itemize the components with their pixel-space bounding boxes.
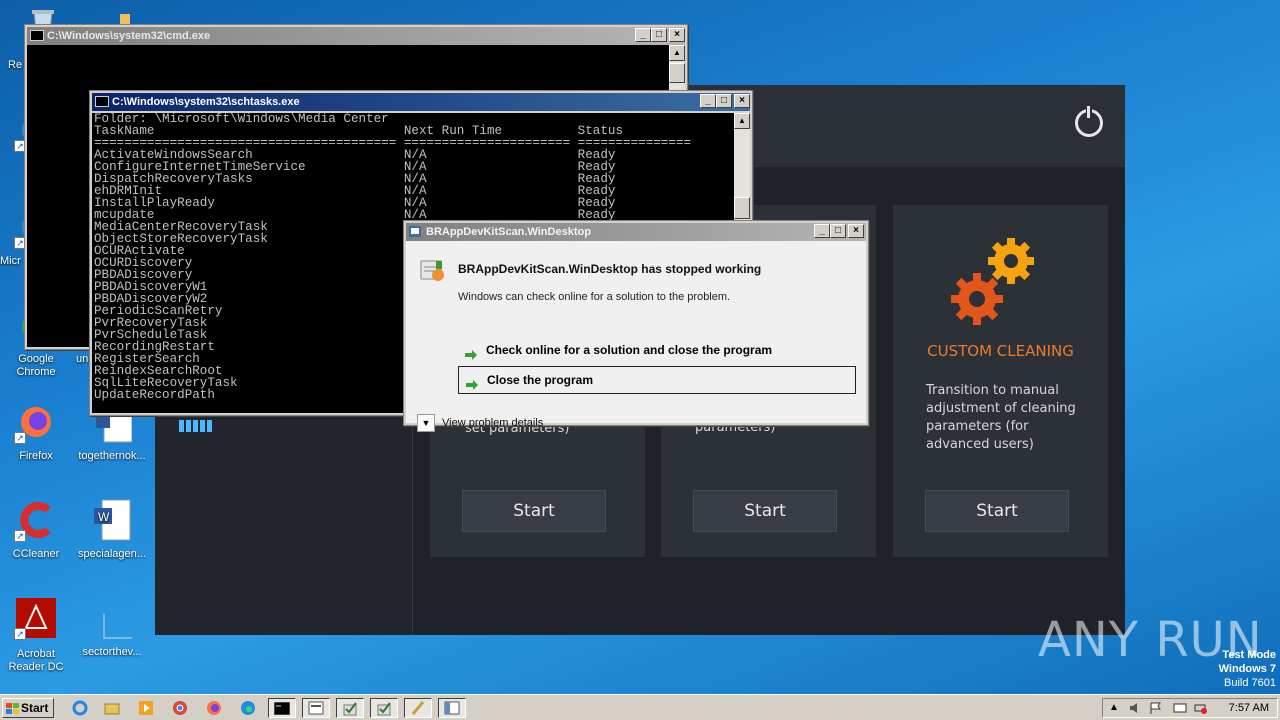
maximize-button[interactable]: □	[830, 224, 846, 238]
dialog-heading: BRAppDevKitScan.WinDesktop has stopped w…	[458, 262, 762, 276]
custom-cleaning-card: CUSTOM CLEANING Transition to manual adj…	[893, 205, 1108, 557]
system-tray: ▲ 7:57 AM	[1102, 698, 1278, 718]
cleaner-taskbar-button[interactable]	[404, 698, 432, 718]
desktop-icon-ccleaner[interactable]: ↗ CCleaner	[0, 498, 72, 560]
cmd-title: C:\Windows\system32\cmd.exe	[47, 30, 211, 42]
schtasks-titlebar[interactable]: C:\Windows\system32\schtasks.exe	[92, 93, 750, 111]
console-icon	[95, 96, 109, 107]
firefox-icon[interactable]	[200, 698, 228, 718]
close-button[interactable]: ×	[669, 28, 685, 42]
start-button-1[interactable]: Start	[462, 490, 606, 532]
custom-cleaning-description: Transition to manual adjustment of clean…	[926, 383, 1076, 452]
ccleaner-icon: ↗	[14, 498, 58, 542]
taskbar: Start ▲ 7:57 AM	[0, 694, 1280, 720]
minimize-button[interactable]: _	[635, 28, 651, 42]
media-player-icon[interactable]	[132, 698, 160, 718]
dialog-subtext: Windows can check online for a solution …	[458, 291, 731, 303]
green-arrow-icon	[465, 374, 479, 390]
error-dialog-taskbar-button[interactable]	[438, 698, 466, 718]
schtasks-taskbar-button[interactable]	[302, 698, 330, 718]
console-icon	[30, 30, 44, 41]
desktop-icon-label: CCleaner	[12, 548, 60, 560]
desktop-icon-label: Micr	[0, 255, 21, 267]
scroll-thumb[interactable]	[734, 197, 750, 219]
cmd-titlebar[interactable]: C:\Windows\system32\cmd.exe	[27, 27, 685, 45]
schtasks-title: C:\Windows\system32\schtasks.exe	[112, 96, 300, 108]
desktop-icon-label: specialagen...	[78, 548, 146, 560]
start-button-2[interactable]: Start	[693, 490, 837, 532]
gears-icon	[949, 237, 1045, 334]
shortcut-arrow-icon: ↗	[14, 628, 26, 640]
action-center-flag-icon[interactable]	[1149, 702, 1163, 720]
ie-icon[interactable]	[66, 698, 94, 718]
word-document-icon: W	[88, 498, 132, 542]
progress-indicator-icon	[179, 419, 219, 437]
scroll-up-arrow-icon[interactable]: ▲	[669, 45, 685, 61]
chevron-down-icon[interactable]: ▼	[417, 414, 435, 432]
close-button[interactable]: ×	[734, 94, 750, 108]
desktop-icon-label: Google Chrome	[16, 353, 56, 378]
power-icon[interactable]	[1075, 105, 1103, 137]
scroll-up-arrow-icon[interactable]: ▲	[734, 113, 750, 129]
dialog-body: BRAppDevKitScan.WinDesktop has stopped w…	[406, 241, 866, 432]
desktop-icon-label: Re	[8, 59, 23, 71]
program-crash-icon	[418, 255, 448, 285]
green-arrow-icon	[464, 344, 478, 360]
app-warning-icon	[409, 225, 422, 238]
desktop-icon-sectorthev[interactable]: sectorthev...	[74, 596, 146, 658]
desktop-icon-specialagen[interactable]: W specialagen...	[74, 498, 146, 560]
maximize-button[interactable]: □	[716, 94, 732, 108]
network-icon[interactable]	[1173, 702, 1187, 720]
desktop-icon-acrobat[interactable]: ↗ Acrobat Reader DC	[0, 596, 72, 673]
windows-logo-icon	[6, 702, 19, 720]
scroll-thumb[interactable]	[669, 63, 685, 83]
desktop-icon-label: un	[76, 353, 89, 365]
blank-file-icon	[88, 596, 132, 640]
svg-text:W: W	[98, 510, 110, 524]
dialog-title: BRAppDevKitScan.WinDesktop	[426, 226, 591, 238]
shortcut-arrow-icon: ↗	[14, 530, 26, 542]
show-hidden-icons-chevron-icon[interactable]: ▲	[1109, 699, 1119, 717]
view-details-link[interactable]: View problem details	[442, 417, 543, 429]
chrome-icon[interactable]	[166, 698, 194, 718]
clock[interactable]: 7:57 AM	[1229, 699, 1269, 717]
desktop-icon-label: togethernok...	[78, 450, 146, 462]
check-online-option[interactable]: Check online for a solution and close th…	[458, 337, 856, 365]
desktop-icon-label: sectorthev...	[82, 646, 142, 658]
explorer-icon[interactable]	[98, 698, 126, 718]
dialog-titlebar[interactable]: BRAppDevKitScan.WinDesktop	[406, 223, 866, 241]
firefox-icon: ↗	[14, 400, 58, 444]
speaker-muted-icon[interactable]	[1129, 702, 1143, 720]
minimize-button[interactable]: _	[814, 224, 830, 238]
power-status-icon[interactable]	[1193, 702, 1207, 720]
test-mode-notice: Test Mode Windows 7 Build 7601	[1218, 649, 1276, 689]
error-dialog: BRAppDevKitScan.WinDesktop _ □ × BRAppDe…	[403, 220, 869, 432]
desktop-icon-firefox[interactable]: ↗ Firefox	[0, 400, 72, 462]
minimize-button[interactable]: _	[700, 94, 716, 108]
edge-icon[interactable]	[234, 698, 262, 718]
shortcut-arrow-icon: ↗	[14, 432, 26, 444]
desktop-icon-label: Firefox	[19, 450, 53, 462]
acrobat-icon: ↗	[14, 596, 58, 640]
maximize-button[interactable]: □	[651, 28, 667, 42]
desktop-icon-label: Acrobat Reader DC	[8, 648, 64, 673]
wer-taskbar-button-2[interactable]	[370, 698, 398, 718]
close-program-label: Close the program	[487, 373, 594, 387]
cmd-taskbar-button[interactable]	[268, 698, 296, 718]
close-button[interactable]: ×	[848, 224, 864, 238]
check-online-label: Check online for a solution and close th…	[486, 343, 773, 357]
start-button[interactable]: Start	[2, 698, 54, 718]
close-program-option[interactable]: Close the program	[458, 366, 856, 394]
wer-taskbar-button-1[interactable]	[336, 698, 364, 718]
custom-cleaning-title: CUSTOM CLEANING	[927, 342, 1074, 360]
start-button-custom[interactable]: Start	[925, 490, 1069, 532]
